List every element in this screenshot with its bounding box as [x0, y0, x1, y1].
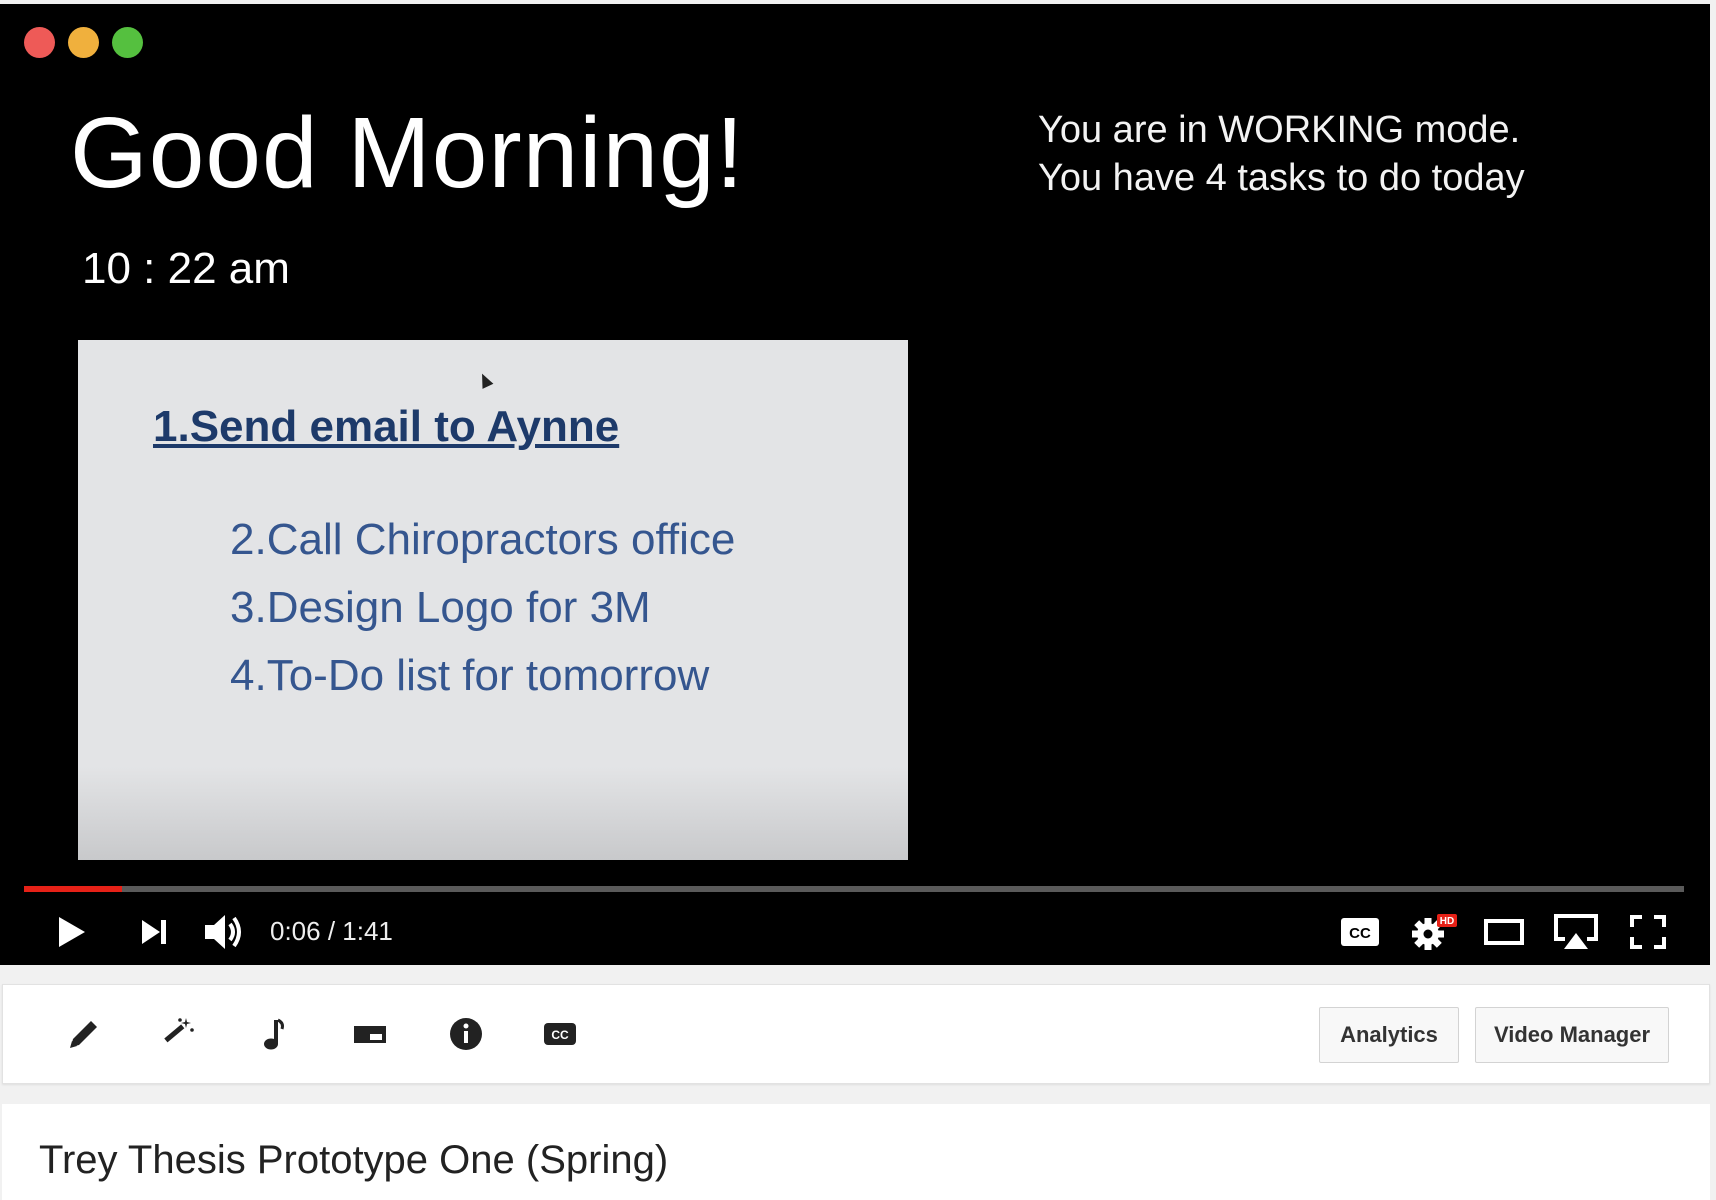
volume-icon [205, 915, 241, 949]
time-display: 0:06 / 1:41 [270, 916, 393, 947]
cc-text: CC [1349, 925, 1371, 942]
editor-toolbar: CC Analytics Video Manager [2, 984, 1710, 1084]
slide-greeting: Good Morning! [70, 97, 745, 209]
theater-mode-button[interactable] [1482, 902, 1526, 962]
airplay-button[interactable] [1552, 902, 1600, 962]
subtitles-button[interactable]: CC [537, 1011, 583, 1057]
mode-line-2: You have 4 tasks to do today [1038, 157, 1525, 199]
progress-bar-played [24, 886, 122, 892]
fullscreen-icon [1630, 915, 1666, 949]
skip-next-icon [142, 920, 166, 944]
gear-icon: HD [1412, 914, 1457, 950]
video-info: Trey Thesis Prototype One (Spring) [2, 1104, 1710, 1200]
settings-button[interactable]: HD [1410, 902, 1460, 962]
mode-line-1: You are in WORKING mode. [1038, 109, 1521, 151]
analytics-button[interactable]: Analytics [1319, 1007, 1459, 1063]
duration: 1:41 [342, 916, 393, 946]
task-item-1: 1.Send email to Aynne [153, 402, 620, 451]
video-player[interactable]: Good Morning! 10 : 22 am You are in WORK… [0, 4, 1710, 965]
captions-icon: CC [1341, 918, 1379, 946]
mouse-cursor-icon [476, 371, 494, 389]
window-controls [24, 27, 143, 58]
fullscreen-button[interactable] [1626, 902, 1670, 962]
play-icon [59, 917, 85, 947]
info-icon [450, 1018, 482, 1050]
minimize-window-dot[interactable] [68, 27, 99, 58]
card-icon [354, 1026, 386, 1043]
current-time: 0:06 [270, 916, 321, 946]
time-separator: / [320, 916, 343, 946]
task-item-3: 3.Design Logo for 3M [230, 583, 651, 632]
end-screen-button[interactable] [347, 1011, 393, 1057]
play-button[interactable] [50, 902, 94, 962]
theater-mode-icon [1484, 919, 1524, 945]
captions-icon: CC [544, 1023, 576, 1045]
info-button[interactable] [443, 1011, 489, 1057]
cc-text: CC [551, 1028, 569, 1042]
task-item-2: 2.Call Chiropractors office [230, 515, 736, 564]
task-card: 1.Send email to Aynne 2.Call Chiropracto… [78, 340, 908, 860]
task-item-4: 4.To-Do list for tomorrow [230, 651, 710, 700]
edit-button[interactable] [61, 1011, 107, 1057]
enhancements-button[interactable] [155, 1011, 201, 1057]
magic-wand-icon [164, 1018, 194, 1043]
hd-badge: HD [1440, 916, 1454, 927]
close-window-dot[interactable] [24, 27, 55, 58]
progress-bar[interactable] [24, 886, 1684, 892]
slide-clock: 10 : 22 am [82, 244, 290, 293]
maximize-window-dot[interactable] [112, 27, 143, 58]
volume-button[interactable] [200, 902, 248, 962]
airplay-icon [1554, 914, 1598, 949]
audio-button[interactable] [251, 1011, 297, 1057]
pencil-icon [70, 1021, 97, 1048]
next-button[interactable] [136, 902, 172, 962]
captions-button[interactable]: CC [1338, 902, 1382, 962]
task-list: 2.Call Chiropractors office 3.Design Log… [230, 506, 735, 710]
video-manager-button[interactable]: Video Manager [1475, 1007, 1669, 1063]
player-controls: 0:06 / 1:41 CC HD [0, 902, 1710, 962]
music-note-icon [264, 1018, 284, 1050]
video-title: Trey Thesis Prototype One (Spring) [39, 1138, 669, 1182]
slide-mode-text: You are in WORKING mode. You have 4 task… [1038, 106, 1525, 202]
